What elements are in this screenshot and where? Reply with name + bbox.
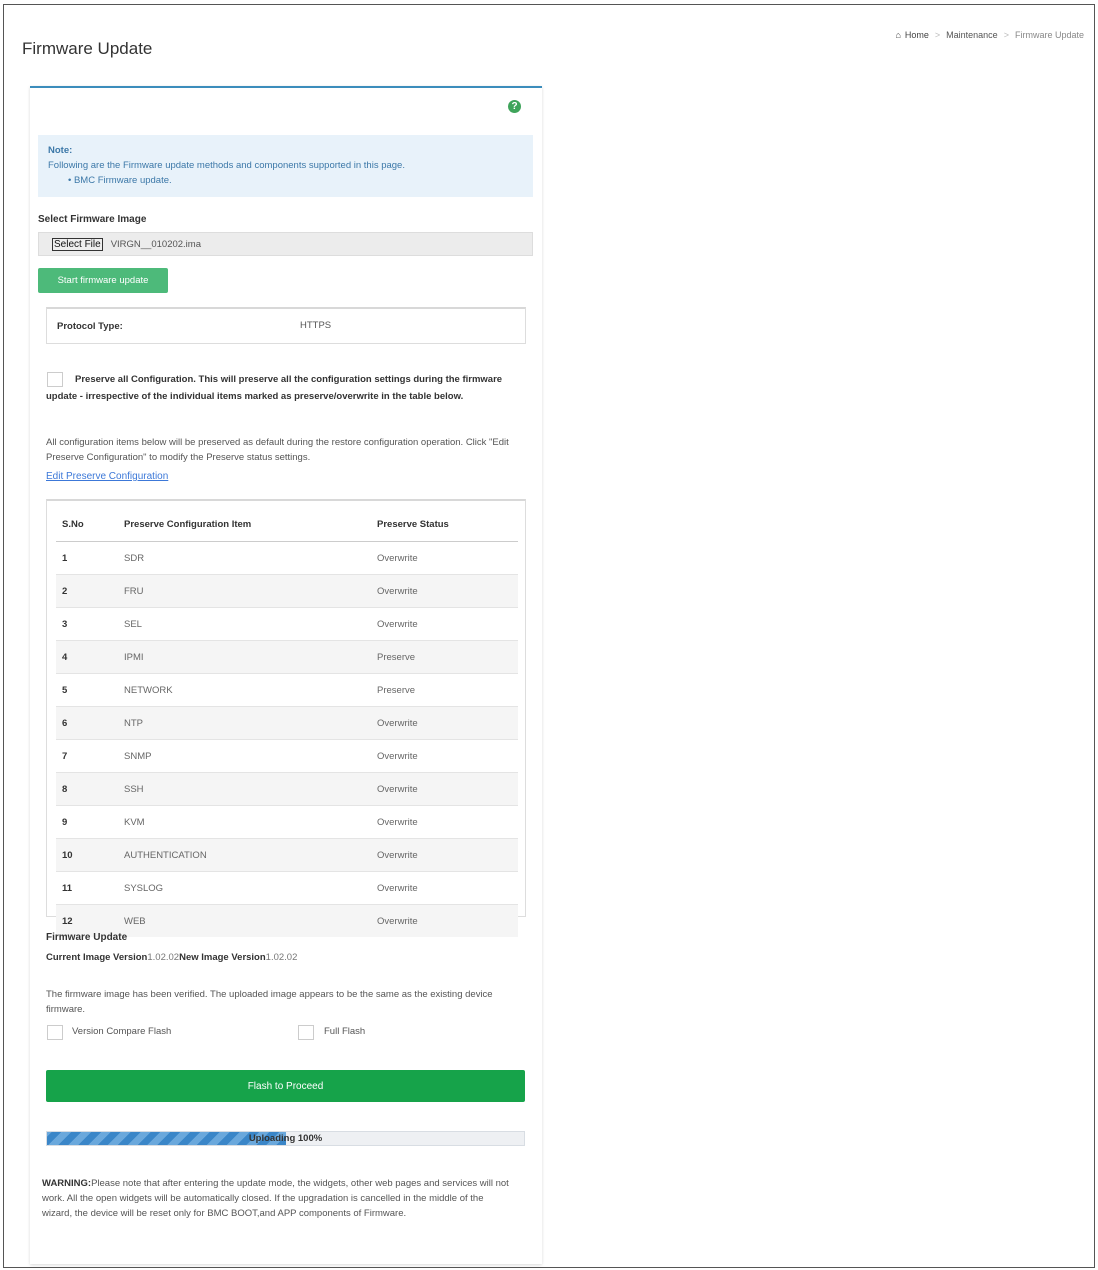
table-row: 9 KVM Overwrite	[56, 805, 518, 839]
table-row: 5 NETWORK Preserve	[56, 673, 518, 707]
full-flash-checkbox[interactable]	[298, 1025, 314, 1040]
cell-status: Overwrite	[376, 574, 518, 608]
edit-preserve-configuration-link[interactable]: Edit Preserve Configuration	[46, 471, 168, 482]
cell-sno: 10	[56, 838, 123, 872]
preserve-config-table: S.No Preserve Configuration Item Preserv…	[56, 508, 518, 937]
cell-sno: 4	[56, 640, 123, 674]
cell-status: Overwrite	[376, 607, 518, 641]
full-flash-label[interactable]: Full Flash	[324, 1026, 365, 1037]
table-header-row: S.No Preserve Configuration Item Preserv…	[56, 508, 518, 542]
table-row: 2 FRU Overwrite	[56, 574, 518, 608]
cell-status: Overwrite	[376, 772, 518, 806]
cell-status: Overwrite	[376, 904, 518, 937]
protocol-value: HTTPS	[300, 320, 332, 331]
protocol-box: Protocol Type: HTTPS	[46, 307, 526, 344]
cell-sno: 6	[56, 706, 123, 740]
file-input[interactable]: Select File VIRGN__010202.ima	[38, 232, 533, 256]
cell-sno: 2	[56, 574, 123, 608]
table-row: 8 SSH Overwrite	[56, 772, 518, 806]
cell-item: AUTHENTICATION	[123, 838, 376, 872]
cell-status: Overwrite	[376, 871, 518, 905]
breadcrumb-home[interactable]: Home	[905, 30, 929, 40]
preserve-info-text: All configuration items below will be pr…	[46, 437, 509, 463]
cell-item: IPMI	[123, 640, 376, 674]
cell-item: WEB	[123, 904, 376, 937]
cell-item: SSH	[123, 772, 376, 806]
cell-sno: 1	[56, 541, 123, 575]
cell-status: Preserve	[376, 640, 518, 674]
cell-item: SNMP	[123, 739, 376, 773]
select-image-label: Select Firmware Image	[38, 214, 147, 225]
note-bullet-text: BMC Firmware update.	[73, 175, 172, 186]
cell-item: SDR	[123, 541, 376, 575]
table-row: 6 NTP Overwrite	[56, 706, 518, 740]
table-row: 11 SYSLOG Overwrite	[56, 871, 518, 905]
warning-body: Please note that after entering the upda…	[42, 1178, 509, 1219]
select-file-button[interactable]: Select File	[52, 237, 103, 251]
column-header-status: Preserve Status	[376, 508, 518, 542]
home-icon[interactable]: ⌂	[895, 30, 900, 40]
preserve-all-text: Preserve all Configuration. This will pr…	[46, 374, 503, 402]
cell-item: NTP	[123, 706, 376, 740]
version-line: Current Image Version1.02.02New Image Ve…	[46, 952, 297, 963]
cell-sno: 3	[56, 607, 123, 641]
breadcrumb-current: Firmware Update	[1014, 30, 1084, 40]
warning-label: WARNING:	[42, 1178, 92, 1189]
cell-status: Preserve	[376, 673, 518, 707]
flash-to-proceed-button[interactable]: Flash to Proceed	[46, 1070, 525, 1102]
preserve-table-container: S.No Preserve Configuration Item Preserv…	[46, 499, 526, 937]
cell-sno: 9	[56, 805, 123, 839]
new-version-value: 1.02.02	[265, 952, 298, 963]
upload-progress-bar: Uploading 100%	[46, 1131, 525, 1146]
cell-status: Overwrite	[376, 739, 518, 773]
breadcrumb-separator: >	[1003, 30, 1009, 40]
breadcrumb-maintenance[interactable]: Maintenance	[946, 30, 998, 40]
cell-item: SYSLOG	[123, 871, 376, 905]
current-version-label: Current Image Version	[46, 952, 148, 963]
progress-label: Uploading 100%	[248, 1133, 323, 1144]
note-title: Note:	[48, 145, 73, 156]
table-row: 3 SEL Overwrite	[56, 607, 518, 641]
cell-status: Overwrite	[376, 805, 518, 839]
cell-status: Overwrite	[376, 541, 518, 575]
cell-status: Overwrite	[376, 706, 518, 740]
firmware-update-panel: ? Note: Following are the Firmware updat…	[30, 86, 542, 1264]
selected-file-name: VIRGN__010202.ima	[110, 238, 201, 250]
firmware-update-title: Firmware Update	[46, 932, 128, 943]
note-text: Following are the Firmware update method…	[48, 160, 405, 171]
version-compare-flash-label[interactable]: Version Compare Flash	[72, 1026, 171, 1037]
start-firmware-update-button[interactable]: Start firmware update	[38, 268, 168, 293]
page-frame: Firmware Update ⌂ Home > Maintenance > F…	[3, 4, 1095, 1268]
version-compare-flash-checkbox[interactable]	[47, 1025, 63, 1040]
cell-sno: 8	[56, 772, 123, 806]
cell-sno: 11	[56, 871, 123, 905]
breadcrumb-separator: >	[934, 30, 941, 40]
cell-status: Overwrite	[376, 838, 518, 872]
cell-item: FRU	[123, 574, 376, 608]
new-version-label: New Image Version	[179, 952, 266, 963]
cell-sno: 5	[56, 673, 123, 707]
breadcrumb: ⌂ Home > Maintenance > Firmware Update	[895, 30, 1084, 40]
cell-item: SEL	[123, 607, 376, 641]
column-header-item: Preserve Configuration Item	[123, 508, 376, 542]
verified-text: The firmware image has been verified. Th…	[46, 989, 493, 1015]
table-row: 7 SNMP Overwrite	[56, 739, 518, 773]
help-icon[interactable]: ?	[508, 100, 521, 113]
warning-text: WARNING:Please note that after entering …	[42, 1176, 512, 1221]
cell-item: KVM	[123, 805, 376, 839]
note-box: Note: Following are the Firmware update …	[38, 135, 533, 197]
page-title: Firmware Update	[22, 39, 153, 58]
cell-item: NETWORK	[123, 673, 376, 707]
table-row: 10 AUTHENTICATION Overwrite	[56, 838, 518, 872]
cell-sno: 7	[56, 739, 123, 773]
current-version-value: 1.02.02	[147, 952, 180, 963]
table-row: 1 SDR Overwrite	[56, 541, 518, 575]
table-row: 4 IPMI Preserve	[56, 640, 518, 674]
protocol-label: Protocol Type:	[57, 321, 123, 332]
note-bullet: • BMC Firmware update.	[68, 175, 172, 186]
column-header-sno: S.No	[56, 508, 123, 542]
